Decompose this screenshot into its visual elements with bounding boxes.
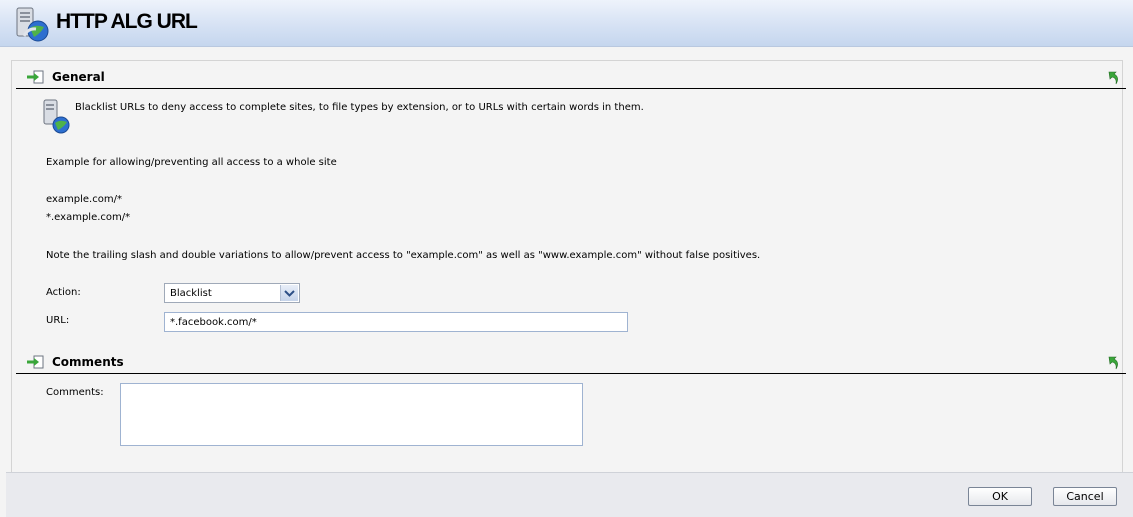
url-input[interactable]: *.facebook.com/*	[164, 312, 628, 332]
action-dropdown-button[interactable]	[280, 285, 298, 301]
general-section-header: General	[16, 68, 1126, 89]
note-text: Note the trailing slash and double varia…	[46, 250, 761, 261]
description-icon	[43, 99, 70, 134]
comments-label: Comments:	[46, 387, 104, 398]
url-input-value: *.facebook.com/*	[170, 317, 257, 328]
action-label: Action:	[46, 287, 81, 298]
reset-general-icon[interactable]	[1106, 70, 1122, 86]
comments-section-header: Comments	[16, 353, 1126, 374]
action-select[interactable]: Blacklist	[164, 283, 300, 303]
example-intro: Example for allowing/preventing all acce…	[46, 157, 337, 168]
example-line-1: example.com/*	[46, 194, 122, 205]
action-select-value: Blacklist	[170, 288, 212, 299]
general-heading: General	[52, 70, 105, 84]
http-alg-url-icon	[16, 7, 49, 42]
section-arrow-icon	[27, 355, 44, 369]
title-bar: HTTP ALG URL	[0, 0, 1133, 47]
comments-textarea[interactable]	[120, 383, 583, 446]
chevron-down-icon	[284, 290, 295, 297]
general-description: Blacklist URLs to deny access to complet…	[75, 102, 644, 113]
dialog-footer	[6, 472, 1133, 517]
page-title: HTTP ALG URL	[56, 10, 198, 33]
url-label: URL:	[46, 315, 70, 326]
example-line-2: *.example.com/*	[46, 212, 131, 223]
reset-comments-icon[interactable]	[1106, 355, 1122, 371]
ok-button[interactable]: OK	[968, 487, 1032, 506]
section-arrow-icon	[27, 70, 44, 84]
cancel-button[interactable]: Cancel	[1053, 487, 1117, 506]
comments-heading: Comments	[52, 355, 124, 369]
